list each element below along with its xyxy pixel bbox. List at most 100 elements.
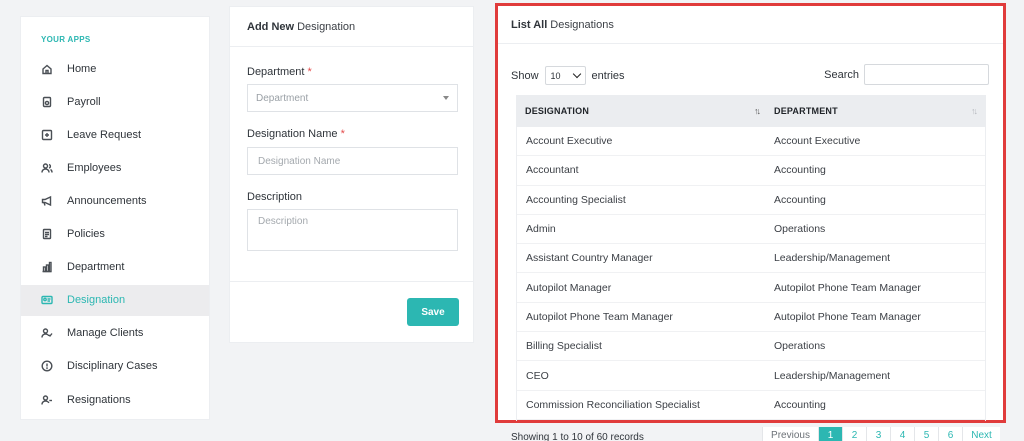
search-label: Search [824,68,859,81]
designation-cell: CEO [526,369,549,382]
required-mark: * [307,66,312,78]
card-title-bold: Add New [247,20,295,33]
save-button[interactable]: Save [407,298,459,326]
designation-name-label: Designation Name * [247,128,345,140]
sidebar-item-label: Department [67,261,125,274]
chevron-down-icon [572,69,581,79]
form-divider [230,281,473,282]
sidebar-item-label: Announcements [67,194,147,207]
department-cell: Leadership/Management [773,252,891,265]
required-mark: * [340,128,345,140]
sidebar-item-label: Resignations [67,393,131,406]
table-row: Account Executive Account Executive [517,127,985,157]
table-row: CEO Leadership/Management [517,361,985,391]
designation-cell: Accounting Specialist [526,193,626,206]
pagination-page-5[interactable]: 5 [914,427,938,441]
designation-name-input[interactable] [247,147,458,175]
designation-cell: Billing Specialist [526,340,602,353]
designation-cell: Commission Reconciliation Specialist [526,398,700,411]
sort-icon: ↑↓ [971,106,978,116]
table-row: Accountant Accounting [517,156,985,186]
department-cell: Autopilot Phone Team Manager [773,310,921,323]
document-icon [41,228,53,240]
users-icon [41,162,53,174]
department-placeholder: Department [256,92,309,104]
entries-label: entries [591,69,625,82]
sidebar-item-disciplinary-cases[interactable]: Disciplinary Cases [21,351,209,382]
department-select[interactable]: Department [247,84,458,112]
sidebar-item-payroll[interactable]: Payroll [21,86,209,117]
department-cell: Account Executive [773,135,861,148]
pagination-page-2[interactable]: 2 [842,427,866,441]
pagination-next[interactable]: Next [962,427,1000,441]
sidebar-item-policies[interactable]: Policies [21,219,209,250]
sidebar-item-label: Employees [67,161,122,174]
description-label: Description [247,191,303,203]
designation-cell: Admin [526,223,556,236]
pagination-page-4[interactable]: 4 [890,427,914,441]
table-body: Account Executive Account Executive Accoun… [516,127,986,421]
sidebar-item-resignations[interactable]: Resignations [21,384,209,415]
table-row: Billing Specialist Operations [517,332,985,362]
sort-icon: ↑↓ [754,106,761,116]
list-title-rest: Designations [550,18,614,31]
plus-square-icon [41,129,53,141]
add-designation-header: Add New Designation [230,7,473,47]
designation-cell: Autopilot Manager [526,281,612,294]
column-header-department[interactable]: DEPARTMENT ↑↓ [769,95,986,127]
column-header-designation[interactable]: DESIGNATION ↑↓ [516,95,769,127]
search-control: Search [824,64,989,85]
sidebar-item-designation[interactable]: Designation [21,284,209,316]
department-cell: Accounting [773,398,826,411]
department-label: Department * [247,66,312,78]
records-summary: Showing 1 to 10 of 60 records [511,432,644,441]
designation-cell: Account Executive [526,135,613,148]
list-title-bold: List All [511,18,548,31]
megaphone-icon [41,195,53,207]
table-row: Autopilot Manager Autopilot Phone Team Ma… [517,273,985,303]
sidebar-item-manage-clients[interactable]: Manage Clients [21,318,209,349]
sidebar: YOUR APPS Home Payroll Leave Request Employ… [20,16,210,420]
sidebar-item-label: Leave Request [67,128,141,141]
list-header: List All Designations [498,6,1003,44]
add-designation-card: Add New Designation Department * Departm… [229,6,474,343]
table-row: Admin Operations [517,215,985,245]
user-minus-icon [41,394,53,406]
description-textarea[interactable] [247,209,458,251]
pagination-page-6[interactable]: 6 [938,427,962,441]
sidebar-item-label: Manage Clients [67,327,144,340]
sidebar-item-home[interactable]: Home [21,53,209,84]
table-row: Autopilot Phone Team Manager Autopilot Ph… [517,303,985,333]
table-header: DESIGNATION ↑↓ DEPARTMENT ↑↓ [516,95,986,127]
department-cell: Accounting [773,193,826,206]
table-row: Accounting Specialist Accounting [517,186,985,215]
card-title-rest: Designation [297,20,356,33]
sidebar-item-label: Disciplinary Cases [67,360,158,373]
search-input[interactable] [864,64,989,85]
sidebar-item-label: Payroll [67,95,101,108]
department-cell: Operations [773,340,826,353]
caret-down-icon [443,96,449,100]
home-icon [41,63,53,75]
pagination-previous[interactable]: Previous [762,427,818,441]
designation-cell: Accountant [526,164,579,177]
sidebar-section-title: YOUR APPS [41,35,91,44]
pagination-page-3[interactable]: 3 [866,427,890,441]
sidebar-item-label: Home [67,62,97,75]
sidebar-item-employees[interactable]: Employees [21,152,209,183]
entries-value: 10 [550,70,561,81]
department-cell: Leadership/Management [773,369,891,382]
id-card-icon [41,294,53,306]
pagination-page-1[interactable]: 1 [818,427,842,441]
sidebar-item-leave-request[interactable]: Leave Request [21,119,209,150]
department-cell: Operations [773,223,826,236]
sidebar-item-announcements[interactable]: Announcements [21,185,209,216]
designation-cell: Autopilot Phone Team Manager [526,310,673,323]
pagination: Previous 1 2 3 4 5 6 Next [762,427,1000,441]
show-label: Show [511,69,539,82]
sidebar-item-department[interactable]: Department [21,252,209,283]
designation-list-card: List All Designations Show 10 entries Se… [495,3,1006,423]
designation-cell: Assistant Country Manager [526,252,653,265]
entries-select[interactable]: 10 [544,66,586,85]
sidebar-item-label: Policies [67,228,105,240]
